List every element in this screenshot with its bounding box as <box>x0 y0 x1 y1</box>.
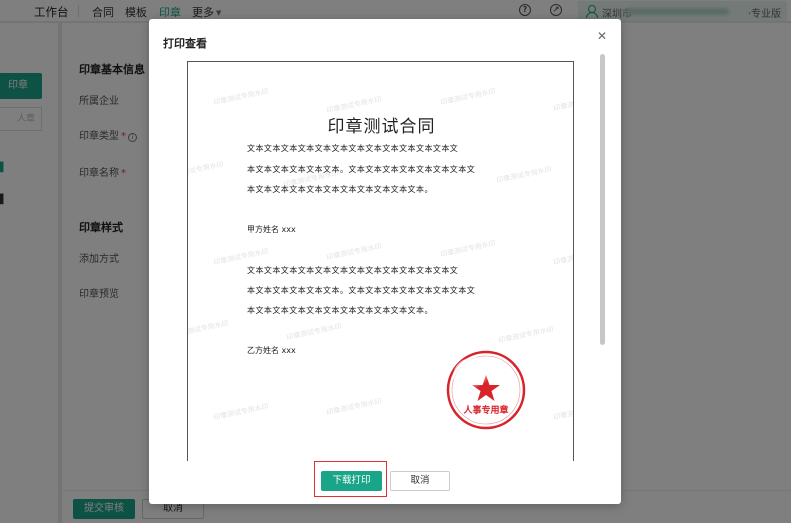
watermark: 印章测试专用水印 <box>325 397 383 417</box>
party-b-name: 乙方姓名 xxx <box>247 346 296 355</box>
watermark: 印章测试专用水印 <box>439 87 497 107</box>
watermark: 印章测试专用水印 <box>325 242 383 262</box>
close-icon[interactable]: ✕ <box>596 30 608 42</box>
watermark: 印章测试专用水印 <box>552 402 574 422</box>
watermark: 印章测试专用水印 <box>552 247 574 267</box>
document-title: 印章测试合同 <box>327 117 436 137</box>
paragraph-line: 本文本文本文本文本文本文本文本文本文本文本。 <box>247 185 433 194</box>
watermark: 印章测试专用水印 <box>439 239 497 259</box>
dialog-cancel-button[interactable]: 取消 <box>390 471 450 491</box>
watermark: 印章测试专用水印 <box>495 165 553 185</box>
watermark: 印章测试专用水印 <box>212 87 270 107</box>
watermark: 印章测试专用水印 <box>497 325 555 345</box>
dialog-title: 打印查看 <box>163 37 207 50</box>
watermark: 印章测试专用水印 <box>212 402 270 422</box>
paragraph-line: 本文本文本文本文本文本。文本文本文本文本文本文本文本文 <box>247 286 476 295</box>
paragraph-line: 本文本文本文本文本文本文本文本文本文本文本。 <box>247 306 433 315</box>
watermark: 印章测试专用水印 <box>285 322 343 342</box>
print-preview-dialog: 打印查看 ✕ 印章测试专用水印 印章测试专用水印 印章测试专用水印 印章测试专用… <box>149 19 621 504</box>
watermark: 印章测试专用水印 <box>187 160 225 180</box>
paragraph-line: 文本文本文本文本文本文本文本文本文本文本文本文本文 <box>247 144 459 153</box>
hr-seal-stamp-icon <box>446 350 526 430</box>
watermark: 印章测试专用水印 <box>552 93 574 113</box>
party-a-name: 甲方姓名 xxx <box>247 225 296 234</box>
download-print-button[interactable]: 下载打印 <box>321 471 382 491</box>
paragraph-line: 本文本文本文本文本文本。文本文本文本文本文本文本文本文 <box>247 165 476 174</box>
document-page: 印章测试专用水印 印章测试专用水印 印章测试专用水印 印章测试专用水印 印章测试… <box>187 61 574 461</box>
seal-text: 人事专用章 <box>463 406 509 416</box>
paragraph-line: 文本文本文本文本文本文本文本文本文本文本文本文本文 <box>247 266 459 275</box>
watermark: 印章测试专用水印 <box>187 319 230 339</box>
scrollbar-thumb[interactable] <box>600 54 605 345</box>
